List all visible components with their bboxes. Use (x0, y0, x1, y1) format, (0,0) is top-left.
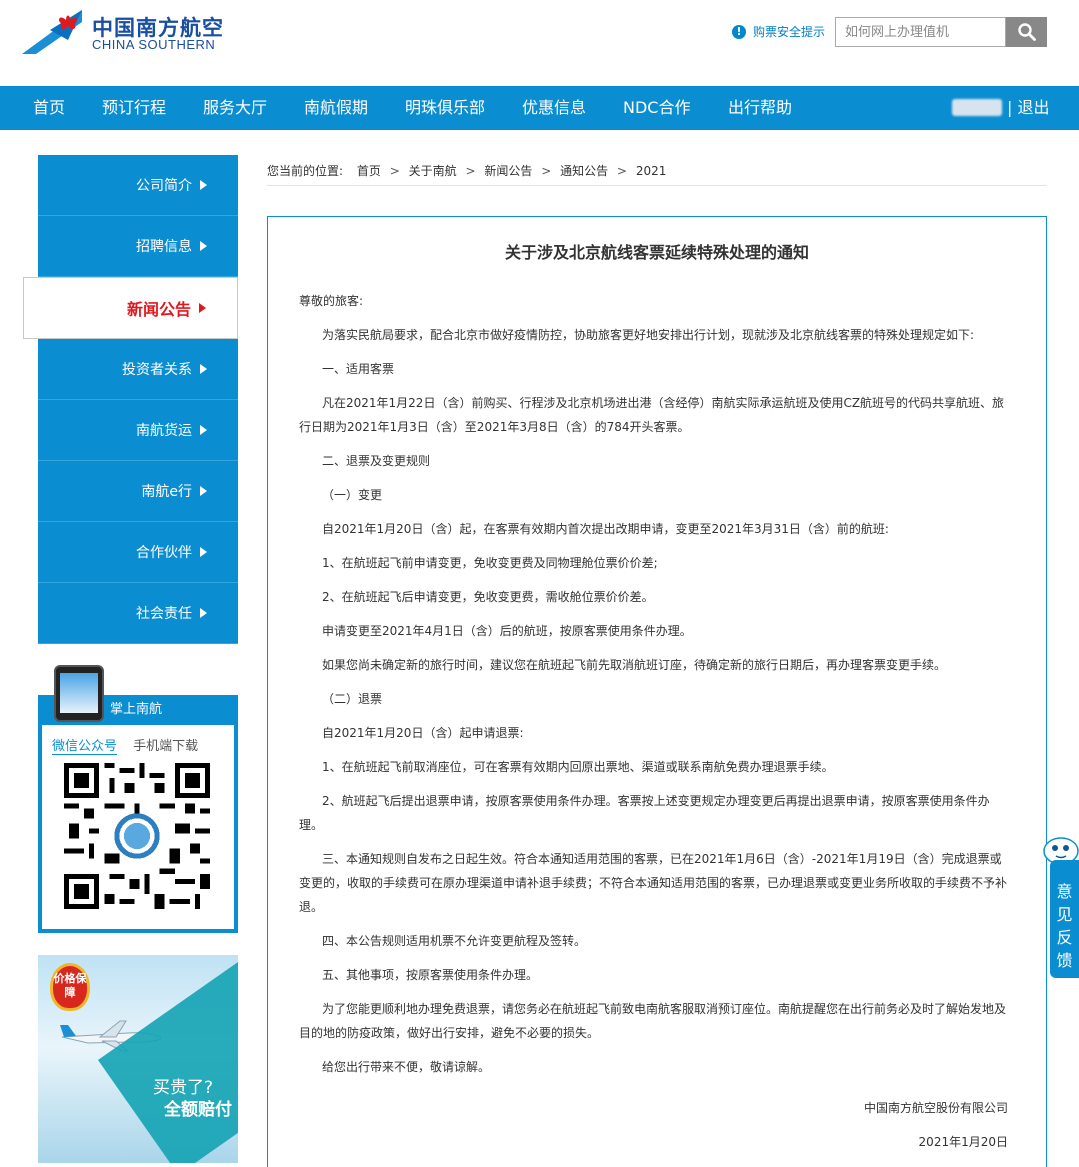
article-paragraph: 尊敬的旅客: (299, 294, 364, 308)
article-paragraph: 申请变更至2021年4月1日（含）后的航班，按原客票使用条件办理。 (322, 624, 692, 638)
sidebar-item-partners[interactable]: 合作伙伴 (38, 522, 238, 583)
ticket-safety-tip-link[interactable]: ! 购票安全提示 (732, 23, 825, 40)
mobile-app-box: 掌上南航 微信公众号 手机端下载 (38, 665, 238, 933)
breadcrumb-notices[interactable]: 通知公告 (560, 164, 608, 178)
sidebar-item-label: 新闻公告 (126, 300, 191, 319)
search-button[interactable] (1006, 17, 1047, 47)
breadcrumb-home[interactable]: 首页 (357, 164, 381, 178)
sidebar-item-label: 投资者关系 (122, 362, 192, 378)
breadcrumb-news[interactable]: 新闻公告 (484, 164, 532, 178)
nav-item-home[interactable]: 首页 (33, 86, 65, 130)
header: 中国南方航空 CHINA SOUTHERN ! 购票安全提示 (0, 0, 1079, 86)
breadcrumb-separator-icon: > (465, 164, 476, 178)
article-paragraph: 三、本通知规则自发布之日起生效。符合本通知适用范围的客票，已在2021年1月6日… (299, 852, 1008, 914)
nav-item-travel-help[interactable]: 出行帮助 (728, 86, 792, 130)
triangle-right-icon (200, 608, 207, 618)
breadcrumb: 您当前的位置: 首页 > 关于南航 > 新闻公告 > 通知公告 > 2021 (267, 162, 666, 179)
breadcrumb-about[interactable]: 关于南航 (409, 164, 457, 178)
logout-link[interactable]: | 退出 (1007, 86, 1049, 130)
nav-item-holidays[interactable]: 南航假期 (304, 86, 368, 130)
triangle-right-icon (200, 364, 207, 374)
smartphone-icon (54, 665, 104, 722)
triangle-right-icon (199, 303, 206, 313)
breadcrumb-year[interactable]: 2021 (636, 164, 667, 178)
article-paragraph: 二、退票及变更规则 (322, 454, 431, 468)
nav-item-pearl-club[interactable]: 明珠俱乐部 (405, 86, 485, 130)
sidebar-item-social-responsibility[interactable]: 社会责任 (38, 583, 238, 644)
triangle-right-icon (200, 180, 207, 190)
nav-item-service[interactable]: 服务大厅 (203, 86, 267, 130)
search-input[interactable] (836, 18, 1005, 46)
article-paragraph: 为落实民航局要求，配合北京市做好疫情防控，协助旅客更好地安排出行计划，现就涉及北… (322, 328, 975, 342)
tab-wechat[interactable]: 微信公众号 (52, 735, 118, 755)
article-paragraph: （二）退票 (322, 692, 383, 706)
triangle-right-icon (200, 241, 207, 251)
logo-text-en: CHINA SOUTHERN (92, 37, 216, 52)
article-body: 尊敬的旅客: 为落实民航局要求，配合北京市做好疫情防控，协助旅客更好地安排出行计… (299, 289, 1011, 1089)
article-paragraph: 五、其他事项，按原客票使用条件办理。 (322, 968, 539, 982)
article-paragraph: 如果您尚未确定新的旅行时间，建议您在航班起飞前先取消航班订座，待确定新的旅行日期… (322, 658, 947, 672)
sidebar-item-label: 南航货运 (136, 423, 192, 439)
article-paragraph: 2、在航班起飞后申请变更，免收变更费，需收舱位票价价差。 (322, 590, 654, 604)
sidebar-item-news[interactable]: 新闻公告 (23, 277, 238, 339)
nav-item-ndc[interactable]: NDC合作 (623, 86, 690, 130)
sidebar-item-careers[interactable]: 招聘信息 (38, 216, 238, 277)
sidebar-item-label: 公司简介 (136, 178, 192, 194)
search-icon (1017, 23, 1036, 41)
breadcrumb-prefix: 您当前的位置: (267, 164, 344, 178)
sidebar-item-label: 南航e行 (141, 484, 192, 500)
article-paragraph: 自2021年1月20日（含）起申请退票: (322, 726, 524, 740)
sidebar-item-investor-relations[interactable]: 投资者关系 (38, 339, 238, 400)
article-date: 2021年1月20日 (918, 1135, 1008, 1149)
article-paragraph: 1、在航班起飞前申请变更，免收变更费及同物理舱位票价价差; (322, 556, 658, 570)
sidebar-item-label: 合作伙伴 (136, 545, 192, 561)
triangle-right-icon (200, 486, 207, 496)
mobile-app-body: 微信公众号 手机端下载 (38, 725, 238, 933)
breadcrumb-divider (267, 185, 1047, 186)
breadcrumb-separator-icon: > (389, 164, 400, 178)
triangle-right-icon (200, 547, 207, 557)
search-box (835, 17, 1006, 47)
ticket-safety-tip-label: 购票安全提示 (753, 25, 826, 39)
kapok-flower-logo-icon (22, 10, 82, 54)
sidebar-item-e-travel[interactable]: 南航e行 (38, 461, 238, 522)
article-paragraph: 一、适用客票 (322, 362, 395, 376)
article-signature: 中国南方航空股份有限公司 (863, 1101, 1008, 1115)
price-guarantee-badge: 价格保障 (50, 963, 90, 1011)
notice-article: 关于涉及北京航线客票延续特殊处理的通知 尊敬的旅客: 为落实民航局要求，配合北京… (267, 216, 1047, 1167)
china-southern-logo[interactable]: 中国南方航空 CHINA SOUTHERN (22, 10, 223, 54)
article-paragraph: 自2021年1月20日（含）起，在客票有效期内首次提出改期申请，变更至2021年… (322, 522, 889, 536)
article-paragraph: 给您出行带来不便，敬请谅解。 (322, 1060, 491, 1074)
sidebar-item-label: 招聘信息 (136, 239, 192, 255)
info-icon: ! (732, 24, 746, 39)
app-tabs: 微信公众号 手机端下载 (52, 735, 210, 755)
triangle-right-icon (200, 425, 207, 435)
sidebar-menu: 公司简介 招聘信息 新闻公告 投资者关系 南航货运 南航e行 合作伙伴 社会责任 (23, 155, 238, 644)
breadcrumb-separator-icon: > (541, 164, 552, 178)
promo-line2: 全额赔付 (164, 1100, 232, 1120)
sidebar-item-company-profile[interactable]: 公司简介 (38, 155, 238, 216)
nav-item-booking[interactable]: 预订行程 (102, 86, 166, 130)
breadcrumb-separator-icon: > (616, 164, 627, 178)
tab-app-download[interactable]: 手机端下载 (133, 735, 198, 754)
article-paragraph: 1、在航班起飞前取消座位，可在客票有效期内回原出票地、渠道或联系南航免费办理退票… (322, 760, 834, 774)
user-name-blurred[interactable] (952, 99, 1002, 116)
article-paragraph: 四、本公告规则适用机票不允许变更航程及签转。 (322, 934, 587, 948)
nav-item-promotions[interactable]: 优惠信息 (522, 86, 586, 130)
article-paragraph: 为了您能更顺利地办理免费退票，请您务必在航班起飞前致电南航客服取消预订座位。南航… (299, 1002, 1007, 1040)
promo-teal-band (98, 955, 238, 1163)
article-paragraph: 2、航班起飞后提出退票申请，按原客票使用条件办理。客票按上述变更规定办理变更后再… (299, 794, 990, 832)
price-guarantee-banner[interactable]: 价格保障 买贵了? 全额赔付 (38, 955, 238, 1163)
sidebar-item-label: 社会责任 (136, 606, 192, 622)
feedback-button[interactable]: 意见反馈 (1050, 860, 1079, 978)
wechat-qr-code (64, 763, 210, 909)
main-nav: 首页 预订行程 服务大厅 南航假期 明珠俱乐部 优惠信息 NDC合作 出行帮助 … (0, 86, 1079, 130)
article-paragraph: （一）变更 (322, 488, 383, 502)
article-paragraph: 凡在2021年1月22日（含）前购买、行程涉及北京机场进出港（含经停）南航实际承… (299, 396, 1005, 434)
article-title: 关于涉及北京航线客票延续特殊处理的通知 (504, 243, 809, 262)
sidebar-item-cargo[interactable]: 南航货运 (38, 400, 238, 461)
